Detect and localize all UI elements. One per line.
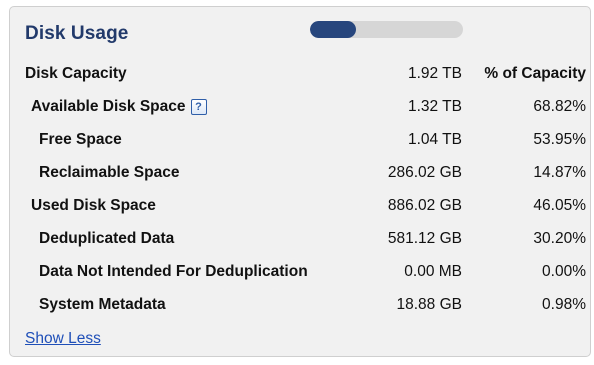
non-dedup-data-label: Data Not Intended For Deduplication [39, 263, 308, 280]
system-metadata-label: System Metadata [39, 296, 166, 313]
show-less-link[interactable]: Show Less [25, 330, 101, 348]
used-disk-space-row: Used Disk Space 886.02 GB 46.05% [10, 197, 590, 219]
system-metadata-percent: 0.98% [542, 296, 586, 313]
reclaimable-space-percent: 14.87% [533, 164, 586, 181]
free-space-row: Free Space 1.04 TB 53.95% [10, 131, 590, 153]
available-disk-space-label: Available Disk Space [31, 98, 186, 115]
reclaimable-space-row: Reclaimable Space 286.02 GB 14.87% [10, 164, 590, 186]
free-space-percent: 53.95% [533, 131, 586, 148]
disk-capacity-row: Disk Capacity 1.92 TB % of Capacity [10, 65, 590, 87]
deduplicated-data-row: Deduplicated Data 581.12 GB 30.20% [10, 230, 590, 252]
non-dedup-data-value: 0.00 MB [404, 263, 462, 280]
free-space-value: 1.04 TB [407, 131, 462, 148]
help-icon[interactable]: ? [190, 99, 207, 115]
system-metadata-value: 18.88 GB [396, 296, 463, 313]
available-disk-space-value: 1.32 TB [407, 98, 462, 115]
system-metadata-row: System Metadata 18.88 GB 0.98% [10, 296, 590, 318]
disk-usage-bar-fill [310, 21, 356, 38]
disk-usage-bar [310, 21, 463, 38]
deduplicated-data-value: 581.12 GB [387, 230, 462, 247]
capacity-percent-header: % of Capacity [484, 65, 586, 82]
used-disk-space-label: Used Disk Space [31, 197, 156, 214]
disk-capacity-value: 1.92 TB [407, 65, 462, 82]
available-disk-space-row: Available Disk Space? 1.32 TB 68.82% [10, 98, 590, 120]
reclaimable-space-value: 286.02 GB [387, 164, 462, 181]
disk-capacity-label: Disk Capacity [25, 65, 127, 82]
disk-usage-panel: Disk Usage Disk Capacity 1.92 TB % of Ca… [9, 6, 591, 357]
non-dedup-data-row: Data Not Intended For Deduplication 0.00… [10, 263, 590, 285]
available-disk-space-percent: 68.82% [533, 98, 586, 115]
reclaimable-space-label: Reclaimable Space [39, 164, 180, 181]
deduplicated-data-percent: 30.20% [533, 230, 586, 247]
used-disk-space-value: 886.02 GB [387, 197, 462, 214]
free-space-label: Free Space [39, 131, 122, 148]
panel-title: Disk Usage [25, 23, 129, 44]
non-dedup-data-percent: 0.00% [542, 263, 586, 280]
deduplicated-data-label: Deduplicated Data [39, 230, 175, 247]
used-disk-space-percent: 46.05% [533, 197, 586, 214]
